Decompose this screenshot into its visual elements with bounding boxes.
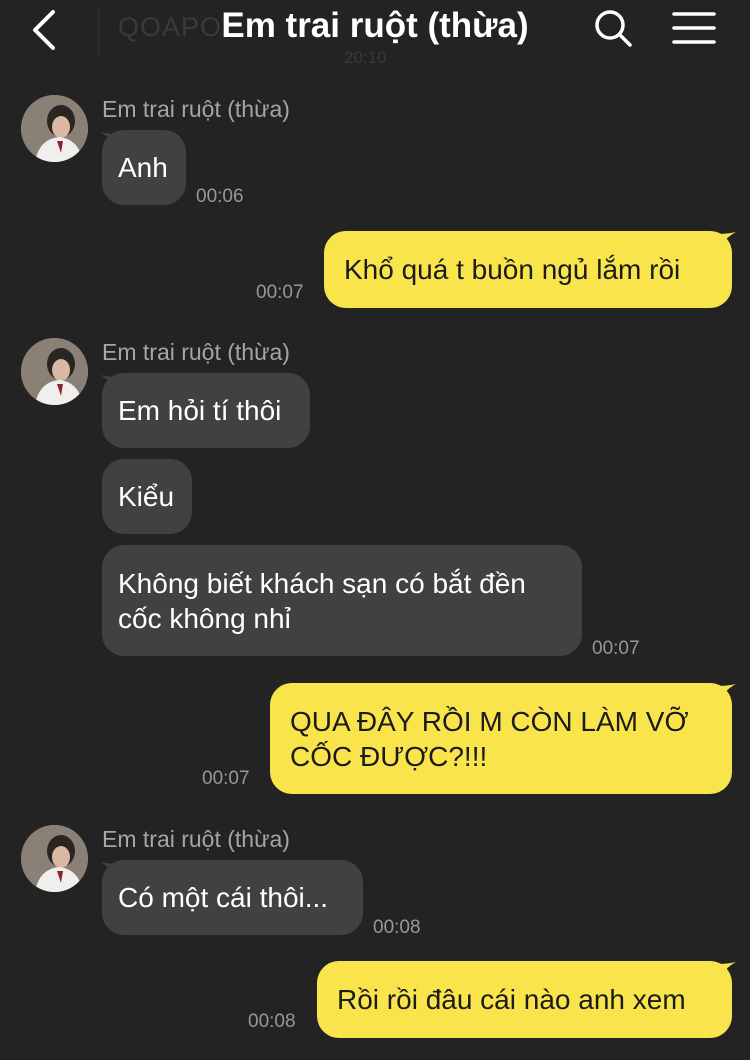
message-time: 00:07: [256, 282, 304, 303]
sender-name: Em trai ruột (thừa): [102, 826, 290, 852]
message-bubble-incoming[interactable]: Em hỏi tí thôi: [102, 373, 310, 448]
message-bubble-incoming[interactable]: Kiểu: [102, 459, 192, 534]
search-icon: [595, 10, 632, 47]
ghost-divider: [98, 6, 100, 58]
message-bubble-incoming[interactable]: Anh: [102, 130, 186, 205]
message-bubble-incoming[interactable]: Không biết khách sạn có bắt đền cốc khôn…: [102, 545, 582, 656]
message-time: 00:06: [196, 186, 244, 207]
message-text: Khổ quá t buồn ngủ lắm rồi: [344, 254, 681, 285]
avatar[interactable]: [21, 338, 88, 405]
message-text: Em hỏi tí thôi: [118, 395, 282, 426]
message-bubble-outgoing[interactable]: Rồi rồi đâu cái nào anh xem: [317, 961, 732, 1038]
search-button[interactable]: [590, 6, 638, 52]
message-text: Không biết khách sạn có bắt đền cốc khôn…: [118, 566, 526, 636]
message-bubble-outgoing[interactable]: Khổ quá t buồn ngủ lắm rồi: [324, 231, 732, 308]
sender-name: Em trai ruột (thừa): [102, 339, 290, 365]
avatar[interactable]: [21, 825, 88, 892]
message-time: 00:07: [202, 768, 250, 789]
back-button[interactable]: [22, 8, 66, 52]
message-line: CỐC ĐƯỢC?!!!: [290, 740, 488, 772]
message-time: 00:08: [248, 1011, 296, 1032]
message-line: cốc không nhỉ: [118, 602, 291, 634]
message-text: Kiểu: [118, 481, 175, 512]
message-line: QUA ĐÂY RỒI M CÒN LÀM VỠ: [290, 705, 689, 737]
sender-name: Em trai ruột (thừa): [102, 96, 290, 122]
message-time: 00:07: [592, 638, 640, 659]
avatar-photo: [21, 338, 88, 405]
message-text: QUA ĐÂY RỒI M CÒN LÀM VỠ CỐC ĐƯỢC?!!!: [290, 704, 688, 774]
message-text: Rồi rồi đâu cái nào anh xem: [337, 984, 686, 1015]
hamburger-menu-icon: [672, 12, 716, 44]
message-text: Anh: [118, 152, 168, 183]
avatar-photo: [21, 95, 88, 162]
avatar[interactable]: [21, 95, 88, 162]
message-text: Có một cái thôi...: [118, 882, 329, 913]
message-bubble-incoming[interactable]: Có một cái thôi...: [102, 860, 363, 935]
message-line: Không biết khách sạn có bắt đền: [118, 567, 526, 599]
message-time: 00:08: [373, 917, 421, 938]
avatar-photo: [21, 825, 88, 892]
chat-header: QOAPO 20:10 Em trai ruột (thừa): [0, 0, 750, 67]
chevron-left-icon: [33, 10, 55, 50]
chat-screen: QOAPO 20:10 Em trai ruột (thừa) Em trai …: [0, 0, 750, 1060]
message-bubble-outgoing[interactable]: QUA ĐÂY RỒI M CÒN LÀM VỠ CỐC ĐƯỢC?!!!: [270, 683, 732, 794]
menu-button[interactable]: [670, 6, 718, 52]
ghost-text: QOAPO: [118, 12, 223, 42]
ghost-time: 20:10: [344, 48, 387, 67]
